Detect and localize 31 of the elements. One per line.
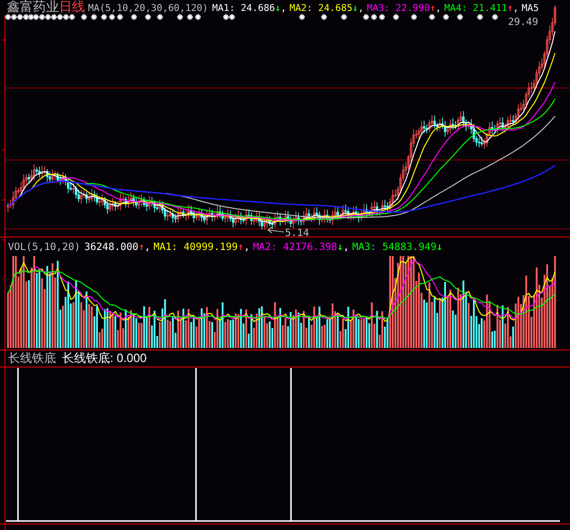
separator: , [512, 2, 519, 16]
trend-arrow: ↑ [430, 2, 436, 16]
trend-arrow: ↑ [507, 2, 513, 16]
low-price-label: 5.14 [285, 227, 310, 241]
separator: , [244, 241, 250, 255]
indicator-reading: MA2: 42176.398 [252, 241, 338, 255]
separator: , [436, 2, 442, 16]
indicator-name: VOL(5,10,20) [8, 241, 80, 255]
indicator-name: 长线铁底 [8, 352, 56, 365]
indicator-name: MA(5,10,20,30,60,120) [88, 2, 208, 16]
separator: , [358, 2, 364, 16]
indicator-reading: 36248.000 [84, 241, 138, 255]
trend-arrow: ↑ [238, 241, 244, 255]
stock-title: 鑫富药业日线 [7, 0, 85, 14]
separator: , [144, 241, 150, 255]
indicator-reading: MA1: 24.686 [212, 2, 276, 16]
indicator-reading: 长线铁底: 0.000 [62, 352, 147, 365]
indicator-reading: MA1: 40999.199 [154, 241, 238, 255]
trend-arrow: ↓ [436, 241, 443, 255]
trend-arrow: ↑ [138, 241, 144, 255]
indicator-reading: MA4: 21.411 [444, 2, 508, 16]
separator: , [280, 2, 286, 16]
trend-arrow: ↓ [275, 2, 281, 16]
trend-arrow: ↓ [337, 241, 344, 255]
trend-arrow: ↓ [352, 2, 358, 16]
indicator-reading: MA3: 22.990 [366, 2, 430, 16]
high-price-label: 29.49 [508, 16, 538, 30]
indicator-reading: MA3: 54883.949 [352, 241, 437, 255]
indicator-reading: MA5 [522, 2, 539, 16]
separator: , [343, 241, 350, 255]
indicator-reading: MA2: 24.685 [290, 2, 352, 16]
